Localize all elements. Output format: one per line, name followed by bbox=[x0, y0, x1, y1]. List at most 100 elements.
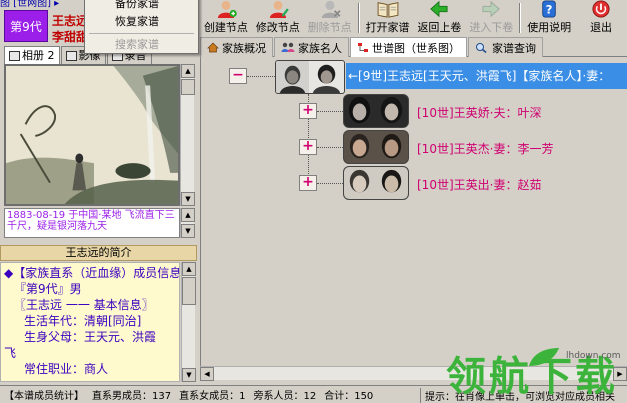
tab-family-tree[interactable]: 世谱图（世系图） bbox=[350, 37, 467, 57]
tree-connector bbox=[317, 183, 343, 184]
person-name: 王志远 bbox=[52, 14, 89, 28]
back-arrow-icon bbox=[430, 0, 448, 18]
exit-button[interactable]: 退出 bbox=[575, 0, 627, 36]
intro-line: ◆【家族直系（近血缘）成员信息】 bbox=[4, 266, 180, 280]
help-label: 使用说明 bbox=[527, 21, 572, 34]
scroll-down-arrow-icon[interactable]: ▼ bbox=[181, 192, 195, 206]
tab-album[interactable]: 相册 2 bbox=[4, 46, 60, 64]
scroll-thumb[interactable] bbox=[181, 79, 195, 95]
menu-separator bbox=[89, 33, 194, 34]
portrait-child-3[interactable] bbox=[343, 166, 409, 200]
intro-scroll-down-icon[interactable]: ▼ bbox=[182, 368, 196, 382]
child-node-label[interactable]: [10世]王英杰·妻：李一芳 bbox=[417, 140, 553, 157]
intro-line: 生活年代：清朝[同治] bbox=[24, 314, 142, 328]
menu-item-backup[interactable]: 备份家谱 bbox=[85, 0, 198, 13]
toolbar-separator bbox=[519, 3, 522, 33]
intro-line: 生身父母：王天元、洪霞 bbox=[24, 330, 157, 344]
landscape-painting bbox=[6, 66, 178, 204]
album-photo[interactable] bbox=[4, 64, 180, 206]
tree-connector bbox=[317, 111, 343, 112]
menu-item-search[interactable]: 搜索家谱 bbox=[85, 36, 198, 54]
tree-node-root[interactable]: − bbox=[229, 68, 247, 84]
scroll-up-arrow-icon[interactable]: ▲ bbox=[181, 64, 195, 78]
tree-connector bbox=[247, 76, 275, 77]
delete-node-label: 删除节点 bbox=[307, 21, 352, 34]
edit-node-button[interactable]: 修改节点 bbox=[252, 0, 304, 36]
delete-node-icon bbox=[321, 0, 341, 18]
caption-scroll-down-icon[interactable]: ▼ bbox=[181, 224, 195, 238]
tab-celebrities-label: 家族名人 bbox=[298, 41, 342, 55]
portrait-couple-image bbox=[344, 95, 408, 127]
tab-family-overview-label: 家族概况 bbox=[222, 41, 266, 55]
help-button[interactable]: ? 使用说明 bbox=[523, 0, 575, 36]
expand-button[interactable]: + bbox=[299, 175, 317, 191]
photo-caption: 1883-08-19 于中国·某地 飞流直下三千尺，疑是银河落九天 bbox=[4, 208, 180, 238]
intro-scroll-up-icon[interactable]: ▲ bbox=[182, 262, 196, 276]
menu-item-restore[interactable]: 恢复家谱 bbox=[85, 13, 198, 31]
tree-icon bbox=[358, 43, 368, 52]
status-stat-label: 【本谱成员统计】 bbox=[4, 391, 84, 402]
intro-line: 飞 bbox=[4, 346, 17, 360]
exit-icon bbox=[592, 0, 610, 18]
expand-button[interactable]: + bbox=[299, 139, 317, 155]
portrait-couple-image bbox=[276, 61, 344, 93]
intro-scroll-thumb[interactable] bbox=[182, 277, 196, 305]
left-pane: 图 [世网图] ▸ 第9代 王志远 李甜甜 相册 2 影像 录音 ▲ ▼ 188… bbox=[0, 0, 199, 385]
intro-line: 〖王志远 一一 基本信息〗 bbox=[14, 298, 154, 312]
create-node-button[interactable]: 创建节点 bbox=[200, 0, 252, 36]
child-node-label[interactable]: [10世]王英娇·夫：叶深 bbox=[417, 104, 541, 121]
intro-line: 『第9代』男 bbox=[14, 282, 82, 296]
status-side-count: 旁系人员：12 bbox=[253, 391, 317, 402]
delete-node-button[interactable]: 删除节点 bbox=[304, 0, 356, 36]
intro-scrollbar[interactable]: ▲ ▼ bbox=[181, 262, 196, 382]
watermark-url: lhdown.com bbox=[566, 351, 621, 361]
expand-button[interactable]: + bbox=[299, 103, 317, 119]
people-icon bbox=[281, 42, 295, 52]
intro-title: 王志远的简介 bbox=[0, 245, 197, 261]
toolbar-separator bbox=[357, 3, 360, 33]
caption-scrollbar[interactable]: ▲ ▼ bbox=[180, 208, 195, 238]
status-male-count: 直系男成员：137 bbox=[92, 391, 172, 402]
open-genealogy-button[interactable]: 打开家谱 bbox=[362, 0, 414, 36]
portrait-root[interactable] bbox=[275, 60, 345, 94]
edit-node-icon bbox=[269, 0, 289, 18]
main-tabs: 家族概况 家族名人 世谱图（世系图） 家谱查询 bbox=[200, 37, 627, 57]
next-volume-label: 进入下卷 bbox=[469, 21, 514, 34]
video-icon bbox=[65, 50, 77, 61]
portrait-child-1[interactable] bbox=[343, 94, 409, 128]
back-volume-button[interactable]: 返回上卷 bbox=[414, 0, 466, 36]
home-icon bbox=[207, 42, 219, 53]
album-scrollbar[interactable]: ▲ ▼ bbox=[180, 64, 195, 206]
caption-scroll-up-icon[interactable]: ▲ bbox=[181, 208, 195, 222]
generation-badge: 第9代 bbox=[4, 10, 48, 42]
portrait-child-2[interactable] bbox=[343, 130, 409, 164]
tab-family-overview[interactable]: 家族概况 bbox=[200, 37, 273, 57]
portrait-couple-image bbox=[344, 131, 408, 163]
intro-line: 常住职业：商人 bbox=[24, 362, 109, 376]
family-tree-view[interactable]: − ←[9世]王志远[王天元、洪霞飞]【家族名人】·妻： + [10世]王英娇·… bbox=[200, 57, 627, 377]
open-genealogy-label: 打开家谱 bbox=[365, 21, 410, 34]
backup-dropdown-menu: 备份家谱 恢复家谱 搜索家谱 bbox=[84, 0, 199, 54]
tab-album-label: 相册 2 bbox=[22, 48, 55, 62]
status-total-count: 合计：150 bbox=[324, 391, 374, 402]
collapse-button[interactable]: − bbox=[229, 68, 247, 84]
create-node-icon bbox=[217, 0, 237, 18]
child-node-label[interactable]: [10世]王英出·妻：赵茹 bbox=[417, 176, 541, 193]
person-spouse: 李甜甜 bbox=[52, 30, 89, 44]
open-book-icon bbox=[377, 2, 398, 18]
portrait-couple-image bbox=[344, 167, 408, 199]
back-volume-label: 返回上卷 bbox=[417, 21, 462, 34]
status-female-count: 直系女成员：1 bbox=[179, 391, 246, 402]
svg-text:?: ? bbox=[546, 3, 553, 17]
intro-body: ◆【家族直系（近血缘）成员信息】 『第9代』男 〖王志远 一一 基本信息〗 生活… bbox=[0, 262, 180, 382]
help-icon: ? bbox=[542, 0, 556, 18]
next-volume-button[interactable]: 进入下卷 bbox=[465, 0, 517, 36]
menu-fragment[interactable]: 图 [世网图] ▸ bbox=[0, 0, 84, 8]
root-node-label[interactable]: ←[9世]王志远[王天元、洪霞飞]【家族名人】·妻： bbox=[346, 63, 627, 89]
tab-genealogy-search[interactable]: 家谱查询 bbox=[468, 37, 543, 57]
tab-celebrities[interactable]: 家族名人 bbox=[274, 37, 349, 57]
scroll-left-arrow-icon[interactable]: ◀ bbox=[200, 367, 214, 381]
tab-genealogy-search-label: 家谱查询 bbox=[492, 41, 536, 55]
tab-family-tree-label: 世谱图（世系图） bbox=[372, 41, 460, 55]
toolbar: 创建节点 修改节点 删除节点 打开家谱 返回上卷 进入下卷 ? 使用说明 退出 bbox=[200, 0, 627, 36]
